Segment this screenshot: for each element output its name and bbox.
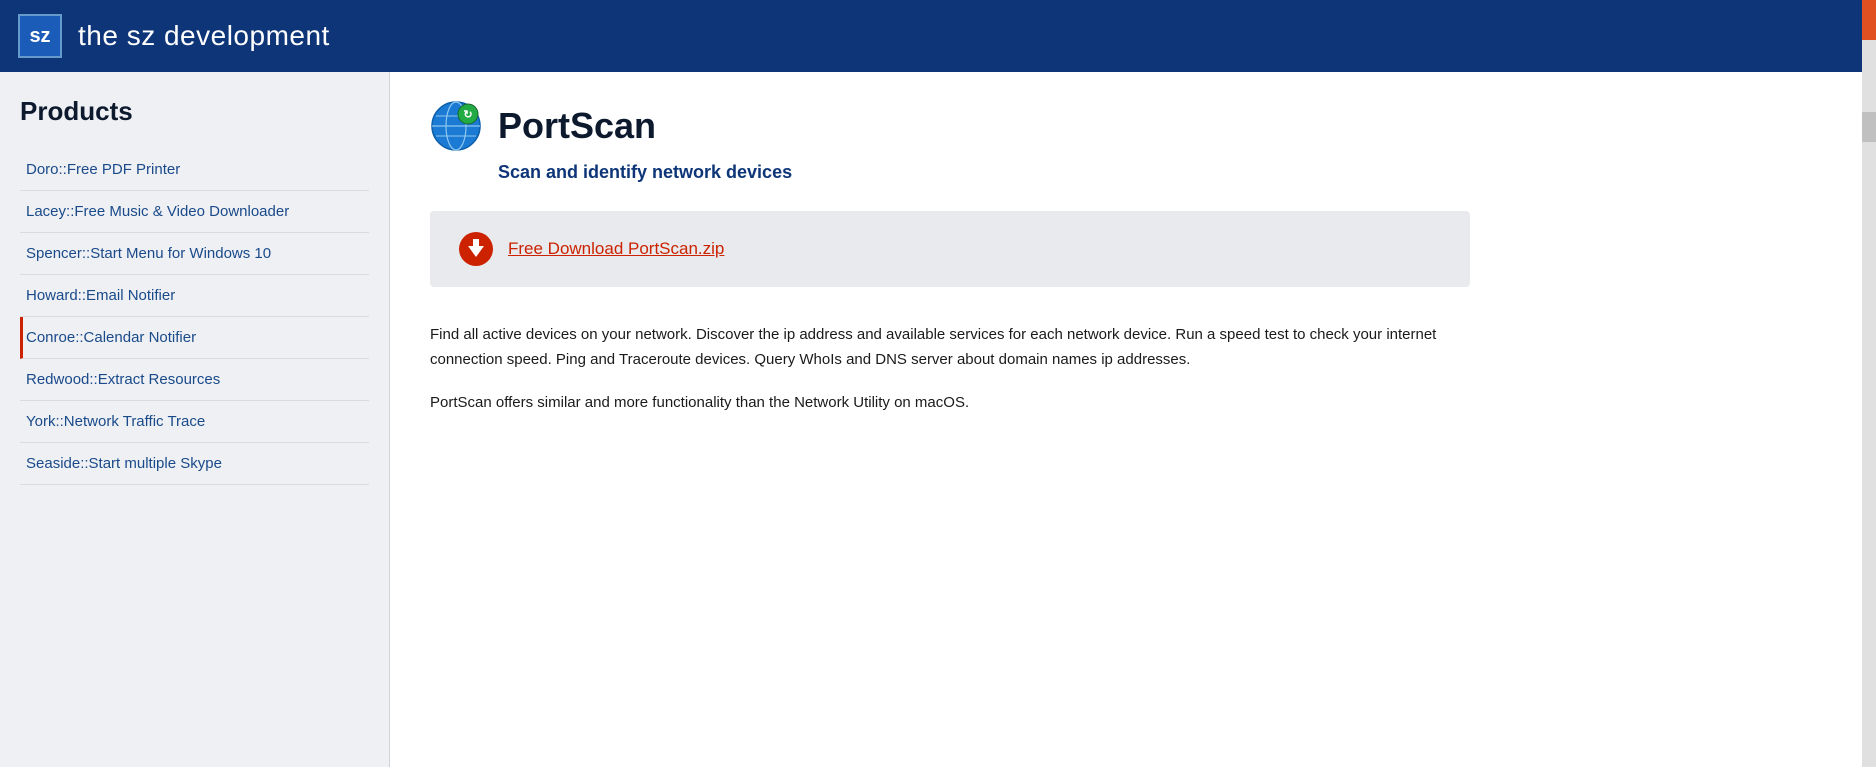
description-1: Find all active devices on your network.… xyxy=(430,323,1470,373)
scrollbar-accent xyxy=(1862,0,1876,40)
product-title: PortScan xyxy=(498,105,656,147)
download-icon xyxy=(458,231,494,267)
sidebar-item-seaside[interactable]: Seaside::Start multiple Skype xyxy=(20,443,369,485)
logo: sz xyxy=(18,14,62,58)
description-2: PortScan offers similar and more functio… xyxy=(430,391,1470,416)
product-subtitle: Scan and identify network devices xyxy=(498,162,1836,183)
sidebar-item-redwood[interactable]: Redwood::Extract Resources xyxy=(20,359,369,401)
layout: Products Doro::Free PDF Printer Lacey::F… xyxy=(0,72,1876,767)
sidebar-heading: Products xyxy=(20,96,369,127)
product-icon: ↻ xyxy=(430,100,482,152)
sidebar-item-york[interactable]: York::Network Traffic Trace xyxy=(20,401,369,443)
scrollbar-thumb xyxy=(1862,112,1876,142)
logo-text: sz xyxy=(29,25,50,48)
product-header: ↻ PortScan xyxy=(430,100,1836,152)
sidebar-item-doro[interactable]: Doro::Free PDF Printer xyxy=(20,149,369,191)
sidebar-item-lacey[interactable]: Lacey::Free Music & Video Downloader xyxy=(20,191,369,233)
download-box: Free Download PortScan.zip xyxy=(430,211,1470,287)
sidebar-item-howard[interactable]: Howard::Email Notifier xyxy=(20,275,369,317)
sidebar-item-spencer[interactable]: Spencer::Start Menu for Windows 10 xyxy=(20,233,369,275)
sidebar-item-conroe[interactable]: Conroe::Calendar Notifier xyxy=(20,317,369,359)
header-title: the sz development xyxy=(78,20,330,52)
sidebar: Products Doro::Free PDF Printer Lacey::F… xyxy=(0,72,390,767)
main-content: ↻ PortScan Scan and identify network dev… xyxy=(390,72,1876,767)
download-link[interactable]: Free Download PortScan.zip xyxy=(508,239,724,259)
header: sz the sz development xyxy=(0,0,1876,72)
svg-text:↻: ↻ xyxy=(463,109,472,121)
scrollbar[interactable] xyxy=(1862,0,1876,767)
